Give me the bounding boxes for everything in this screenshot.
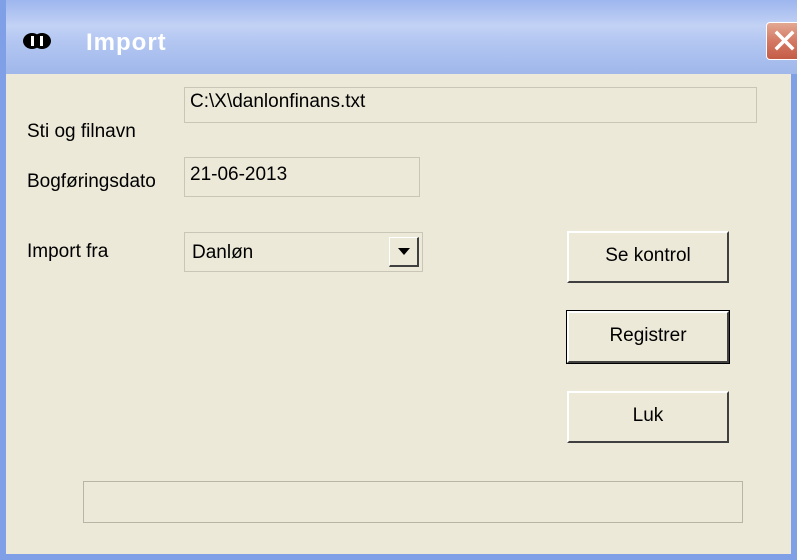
path-field[interactable]: C:\X\danlonfinans.txt bbox=[184, 87, 757, 123]
import-dialog: Import Sti og filnavn C:\X\danlonfinans.… bbox=[0, 0, 797, 560]
close-window-button[interactable] bbox=[766, 22, 797, 60]
registrer-button[interactable]: Registrer bbox=[566, 310, 730, 364]
import-from-value: Danløn bbox=[192, 242, 254, 263]
path-label: Sti og filnavn bbox=[27, 121, 136, 142]
progress-bar bbox=[83, 481, 743, 523]
date-field[interactable]: 21-06-2013 bbox=[184, 157, 420, 197]
import-from-select[interactable]: Danløn bbox=[184, 232, 423, 272]
title-bar[interactable]: Import bbox=[6, 0, 797, 74]
window-title: Import bbox=[86, 29, 167, 56]
luk-button[interactable]: Luk bbox=[567, 391, 729, 443]
luk-label: Luk bbox=[632, 405, 664, 426]
app-icon bbox=[23, 33, 51, 49]
se-kontrol-label: Se kontrol bbox=[605, 245, 691, 266]
chevron-down-icon[interactable] bbox=[389, 237, 419, 267]
se-kontrol-button[interactable]: Se kontrol bbox=[567, 231, 729, 283]
date-label: Bogføringsdato bbox=[27, 171, 156, 192]
import-from-label: Import fra bbox=[27, 241, 109, 262]
close-icon bbox=[774, 30, 795, 51]
registrer-label: Registrer bbox=[609, 325, 687, 346]
